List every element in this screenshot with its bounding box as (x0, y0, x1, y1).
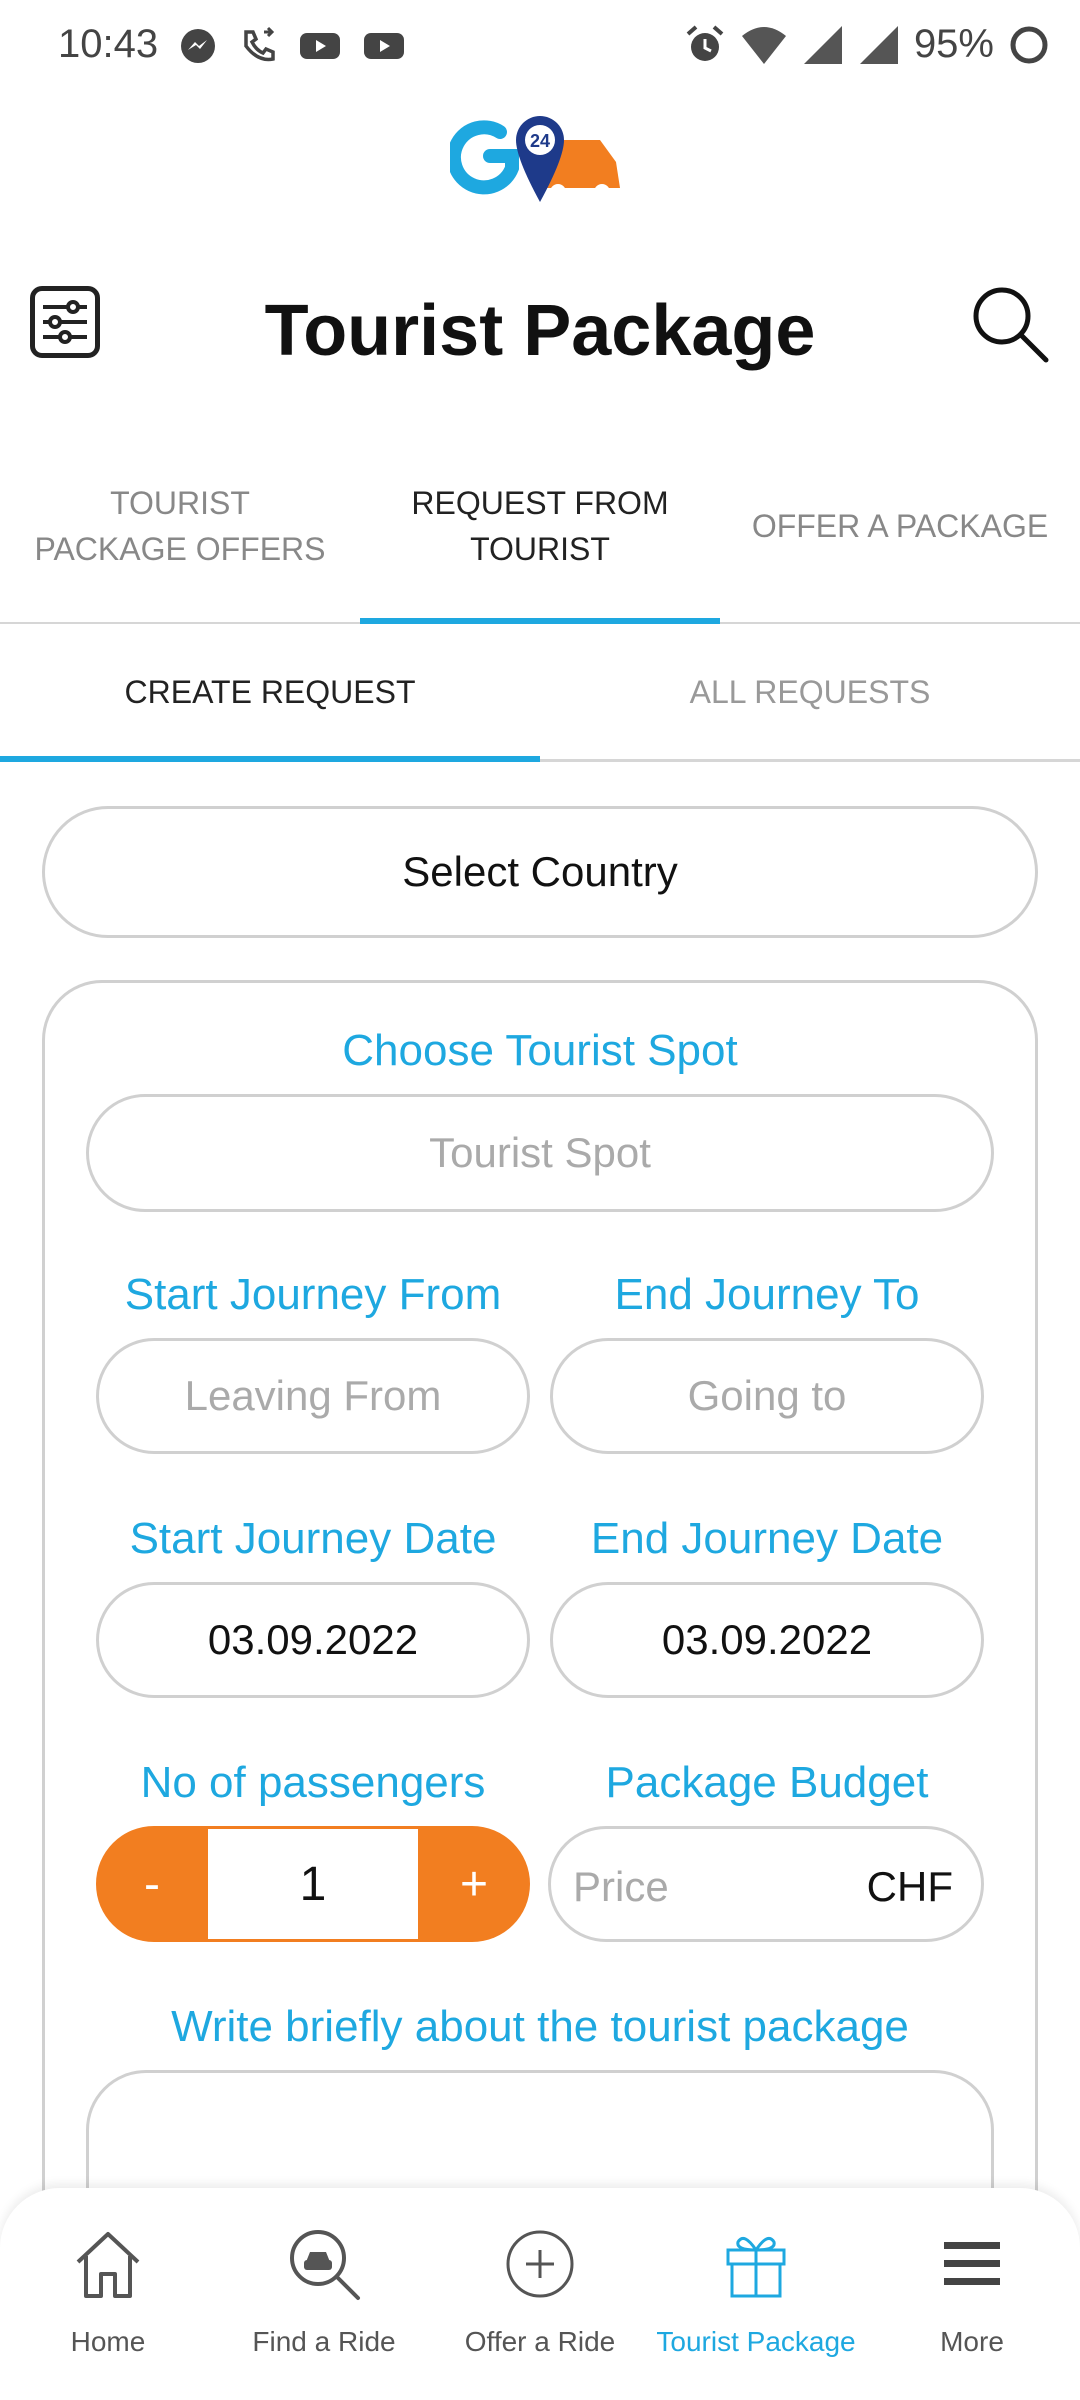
nav-tourist-package[interactable]: Tourist Package (648, 2188, 864, 2400)
app-logo: 24 (450, 116, 620, 202)
description-label: Write briefly about the tourist package (171, 2002, 909, 2051)
page-title: Tourist Package (264, 291, 816, 371)
battery-icon (1010, 26, 1048, 63)
leaving-from-field[interactable]: Leaving From (96, 1338, 530, 1454)
bottom-navigation: Home Find a Ride Offer a Ride Tourist Pa… (0, 2188, 1080, 2400)
nav-more-label: More (940, 2326, 1004, 2357)
phone-call-icon (244, 26, 275, 62)
youtube-icon (300, 33, 340, 59)
end-date-label: End Journey Date (590, 1514, 944, 1563)
increment-button[interactable]: + (418, 1826, 530, 1942)
decrement-button[interactable]: - (96, 1826, 208, 1942)
alarm-icon (686, 24, 724, 61)
sub-tabs: CREATE REQUEST ALL REQUESTS (0, 626, 1080, 762)
going-to-field[interactable]: Going to (550, 1338, 984, 1454)
price-placeholder: Price (573, 1863, 669, 1910)
wifi-icon (741, 26, 786, 64)
status-bar: 10:43 95% (0, 0, 1080, 92)
system-icons: 95% (684, 22, 1050, 67)
end-to-label: End Journey To (614, 1270, 920, 1319)
find-car-icon (290, 2230, 360, 2300)
svg-text:24: 24 (530, 131, 550, 151)
budget-label: Package Budget (605, 1758, 929, 1807)
nav-offer-a-ride[interactable]: Offer a Ride (432, 2188, 648, 2400)
tab-request-from-tourist[interactable]: REQUEST FROM TOURIST (360, 430, 720, 624)
start-date-label: Start Journey Date (129, 1514, 497, 1563)
gift-icon (726, 2236, 786, 2298)
end-date-field[interactable]: 03.09.2022 (550, 1582, 984, 1698)
start-date-field[interactable]: 03.09.2022 (96, 1582, 530, 1698)
nav-find-a-ride[interactable]: Find a Ride (216, 2188, 432, 2400)
plus-circle-icon (506, 2230, 574, 2298)
start-from-label: Start Journey From (124, 1270, 502, 1319)
messenger-icon (181, 29, 215, 63)
tab-offer-a-package[interactable]: OFFER A PACKAGE (720, 430, 1080, 622)
passengers-stepper: - 1 + (96, 1826, 530, 1942)
youtube-icon (364, 33, 404, 59)
tab-tourist-package-offers[interactable]: TOURIST PACKAGE OFFERS (0, 430, 360, 622)
nav-offer-a-ride-label: Offer a Ride (464, 2326, 616, 2357)
currency-label: CHF (866, 1863, 953, 1910)
nav-tourist-package-label: Tourist Package (656, 2326, 856, 2357)
signal-icon (859, 25, 898, 64)
battery-percent: 95% (913, 22, 994, 66)
signal-icon (803, 25, 842, 64)
tab-create-request[interactable]: CREATE REQUEST (0, 626, 540, 762)
budget-price-field[interactable]: Price CHF (548, 1826, 984, 1942)
search-icon[interactable] (968, 282, 1050, 364)
nav-home[interactable]: Home (0, 2188, 216, 2400)
tourist-spot-label: Choose Tourist Spot (342, 1026, 738, 1075)
nav-find-a-ride-label: Find a Ride (252, 2326, 396, 2357)
home-icon (76, 2232, 140, 2298)
passengers-count[interactable]: 1 (208, 1829, 418, 1939)
status-time: 10:43 (58, 22, 159, 66)
nav-more[interactable]: More (864, 2188, 1080, 2400)
country-select[interactable]: Select Country (42, 806, 1038, 938)
tab-all-requests[interactable]: ALL REQUESTS (540, 626, 1080, 759)
main-tabs: TOURIST PACKAGE OFFERS REQUEST FROM TOUR… (0, 430, 1080, 624)
menu-icon (944, 2242, 1000, 2285)
notification-icons (178, 26, 406, 66)
passengers-label: No of passengers (140, 1758, 486, 1807)
tourist-spot-field[interactable]: Tourist Spot (86, 1094, 994, 1212)
nav-home-label: Home (70, 2326, 146, 2357)
